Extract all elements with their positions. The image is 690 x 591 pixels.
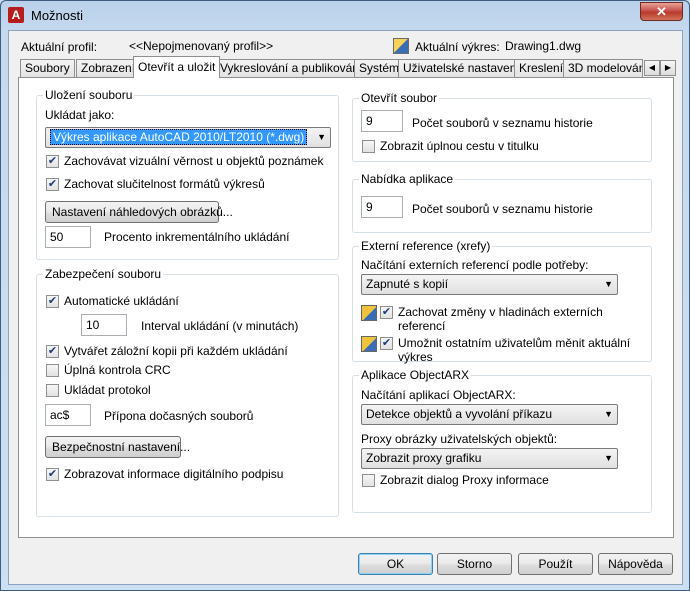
arx-load-value: Detekce objektů a vyvolání příkazu — [366, 407, 553, 421]
open-and-save-panel: Uložení souboru Ukládat jako: Výkres apl… — [18, 77, 674, 538]
save-as-value: Výkres aplikace AutoCAD 2010/LT2010 (*.d… — [50, 129, 308, 145]
profile-value: <<Nepojmenovaný profil>> — [129, 39, 274, 53]
temp-extension-label: Přípona dočasných souborů — [104, 409, 254, 423]
help-button[interactable]: Nápověda — [598, 553, 673, 575]
tab-user-preferences[interactable]: Uživatelské nastavení — [398, 59, 525, 77]
dialog-client-area: Aktuální profil: <<Nepojmenovaný profil>… — [8, 30, 683, 585]
proxy-dialog-checkbox[interactable] — [362, 474, 375, 487]
tab-drafting[interactable]: Kreslení — [514, 59, 569, 77]
xref-group-title: Externí reference (xrefy) — [359, 239, 493, 253]
keep-visual-fidelity-checkbox[interactable] — [46, 155, 59, 168]
drawing-value: Drawing1.dwg — [505, 39, 582, 53]
app-menu-recent-label: Počet souborů v seznamu historie — [412, 202, 593, 216]
crc-check-checkbox[interactable] — [46, 364, 59, 377]
recent-files-count-label: Počet souborů v seznamu historie — [412, 116, 593, 130]
proxy-dialog-label: Zobrazit dialog Proxy informace — [380, 473, 549, 487]
autosave-checkbox[interactable] — [46, 295, 59, 308]
autocad-app-icon: A — [8, 7, 24, 23]
log-file-label: Ukládat protokol — [64, 383, 151, 397]
autosave-interval-label: Interval ukládání (v minutách) — [141, 319, 299, 333]
xref-demand-load-label: Načítání externích referencí podle potře… — [361, 258, 589, 272]
full-path-checkbox[interactable] — [362, 140, 375, 153]
save-as-select[interactable]: Výkres aplikace AutoCAD 2010/LT2010 (*.d… — [45, 127, 331, 148]
incremental-save-label: Procento inkrementálního ukládání — [104, 230, 290, 244]
keep-compatibility-label: Zachovat slučitelnost formátů výkresů — [64, 177, 265, 191]
objectarx-group: Aplikace ObjectARX Načítání aplikací Obj… — [352, 368, 652, 513]
save-as-label: Ukládat jako: — [45, 108, 115, 122]
xref-demand-load-select[interactable]: Zapnuté s kopií ▼ — [361, 274, 618, 295]
tab-scroll-right-icon[interactable]: ▶ — [660, 60, 676, 76]
cancel-button[interactable]: Storno — [437, 553, 512, 575]
retain-xref-layers-checkbox[interactable] — [380, 306, 393, 319]
tab-files[interactable]: Soubory — [20, 59, 75, 77]
apply-button[interactable]: Použít — [518, 553, 593, 575]
allow-edit-xref-checkbox[interactable] — [380, 337, 393, 350]
close-button[interactable]: ✕ — [640, 2, 683, 21]
digital-signature-checkbox[interactable] — [46, 468, 59, 481]
tab-scroll-left-icon[interactable]: ◀ — [644, 60, 660, 76]
retain-xref-layers-label: Zachovat změny v hladinách externích ref… — [398, 305, 603, 333]
xref-demand-load-value: Zapnuté s kopií — [366, 277, 449, 291]
thumbnail-settings-button[interactable]: Nastavení náhledových obrázků... — [45, 201, 233, 223]
tab-display[interactable]: Zobrazení — [76, 59, 141, 77]
xref-shield-icon — [361, 305, 377, 321]
crc-check-label: Úplná kontrola CRC — [64, 363, 171, 377]
xref-shield-icon — [361, 336, 377, 352]
backup-copy-label: Vytvářet záložní kopii při každém ukládá… — [64, 344, 288, 358]
objectarx-group-title: Aplikace ObjectARX — [359, 368, 472, 382]
incremental-save-input[interactable]: 50 — [45, 226, 91, 248]
temp-extension-input[interactable]: ac$ — [45, 404, 91, 426]
arx-load-label: Načítání aplikací ObjectARX: — [361, 388, 516, 402]
allow-edit-xref-label: Umožnit ostatním uživatelům měnit aktuál… — [398, 336, 631, 364]
proxy-images-select[interactable]: Zobrazit proxy grafiku ▼ — [361, 448, 618, 469]
chevron-down-icon: ▼ — [604, 409, 613, 419]
options-dialog: A Možnosti ✕ Aktuální profil: <<Nepojmen… — [0, 0, 690, 591]
full-path-label: Zobrazit úplnou cestu v titulku — [380, 139, 539, 153]
tab-3d-modeling[interactable]: 3D modelování — [563, 59, 643, 77]
file-save-group-title: Uložení souboru — [43, 88, 135, 102]
profile-label: Aktuální profil: — [21, 40, 98, 54]
application-menu-group-title: Nabídka aplikace — [359, 172, 456, 186]
backup-copy-checkbox[interactable] — [46, 345, 59, 358]
proxy-images-value: Zobrazit proxy grafiku — [366, 451, 482, 465]
autosave-interval-input[interactable]: 10 — [81, 314, 127, 336]
file-save-group: Uložení souboru Ukládat jako: Výkres apl… — [36, 88, 339, 260]
ok-button[interactable]: OK — [358, 553, 433, 575]
arx-load-select[interactable]: Detekce objektů a vyvolání příkazu ▼ — [361, 404, 618, 425]
chevron-down-icon: ▼ — [604, 453, 613, 463]
tab-system[interactable]: Systém — [354, 59, 405, 77]
file-security-group: Zabezpečení souboru Automatické ukládání… — [36, 267, 339, 517]
tab-open-and-save[interactable]: Otevřít a uložit — [133, 56, 221, 78]
chevron-down-icon: ▼ — [604, 279, 613, 289]
window-title: Možnosti — [31, 8, 84, 23]
file-open-group-title: Otevřít soubor — [359, 91, 440, 105]
app-menu-recent-input[interactable]: 9 — [361, 196, 403, 218]
application-menu-group: Nabídka aplikace 9 Počet souborů v sezna… — [352, 172, 652, 233]
file-security-group-title: Zabezpečení souboru — [43, 267, 164, 281]
digital-signature-label: Zobrazovat informace digitálního podpisu — [64, 467, 284, 481]
autosave-label: Automatické ukládání — [64, 294, 179, 308]
proxy-images-label: Proxy obrázky uživatelských objektů: — [361, 432, 558, 446]
tab-plot-and-publish[interactable]: Vykreslování a publikování — [215, 59, 368, 77]
drawing-file-icon — [393, 38, 409, 54]
chevron-down-icon: ▼ — [317, 132, 326, 142]
recent-files-count-input[interactable]: 9 — [361, 110, 403, 132]
xref-group: Externí reference (xrefy) Načítání exter… — [352, 239, 652, 364]
keep-compatibility-checkbox[interactable] — [46, 178, 59, 191]
security-settings-button[interactable]: Bezpečnostní nastavení... — [45, 436, 190, 458]
keep-visual-fidelity-label: Zachovávat vizuální věrnost u objektů po… — [64, 154, 324, 168]
title-bar[interactable]: A Možnosti ✕ — [1, 1, 689, 29]
log-file-checkbox[interactable] — [46, 384, 59, 397]
drawing-label: Aktuální výkres: — [415, 40, 500, 54]
file-open-group: Otevřít soubor 9 Počet souborů v seznamu… — [352, 91, 652, 162]
